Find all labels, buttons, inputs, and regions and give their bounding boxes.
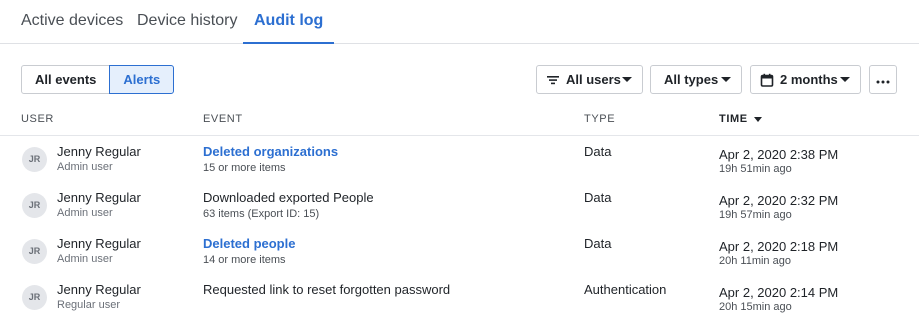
column-header-event: EVENT [203, 113, 243, 125]
table-row: JR Jenny Regular Admin user Deleted orga… [0, 136, 919, 182]
user-role: Admin user [57, 207, 113, 219]
tab-device-history[interactable]: Device history [137, 0, 237, 44]
event-type: Authentication [584, 282, 667, 297]
types-filter-label: All types [664, 72, 719, 87]
ellipsis-icon [876, 72, 890, 87]
avatar: JR [22, 285, 47, 310]
sort-descending-icon [753, 116, 762, 122]
event-detail: 63 items (Export ID: 15) [203, 208, 320, 220]
types-filter-dropdown[interactable]: All types [650, 65, 742, 94]
user-name: Jenny Regular [57, 282, 141, 297]
event-detail: 15 or more items [203, 162, 286, 174]
event-type: Data [584, 144, 612, 159]
event-time: Apr 2, 2020 2:14 PM [719, 285, 839, 300]
column-header-user: USER [21, 113, 54, 125]
event-view-toggle: All events Alerts [21, 65, 175, 94]
event-link[interactable]: Deleted organizations [203, 144, 338, 159]
avatar: JR [22, 147, 47, 172]
date-range-label: 2 months [780, 72, 838, 87]
user-role: Regular user [57, 299, 120, 311]
filter-lines-icon [546, 73, 560, 87]
tab-active-devices[interactable]: Active devices [21, 0, 123, 44]
column-header-time[interactable]: TIME [719, 113, 762, 125]
alerts-button[interactable]: Alerts [109, 65, 175, 94]
event-relative-time: 20h 15min ago [719, 301, 792, 313]
user-name: Jenny Regular [57, 144, 141, 159]
event-description: Requested link to reset forgotten passwo… [203, 282, 451, 297]
time-header-label: TIME [719, 113, 748, 125]
table-row: JR Jenny Regular Regular user Requested … [0, 274, 919, 320]
avatar: JR [22, 193, 47, 218]
more-options-button[interactable] [869, 65, 897, 94]
users-filter-label: All users [566, 72, 621, 87]
user-name: Jenny Regular [57, 190, 141, 205]
chevron-down-icon [721, 77, 731, 82]
event-relative-time: 19h 57min ago [719, 209, 792, 221]
event-link[interactable]: Deleted people [203, 236, 295, 251]
user-role: Admin user [57, 253, 113, 265]
chevron-down-icon [840, 77, 850, 82]
chevron-down-icon [622, 77, 632, 82]
table-row: JR Jenny Regular Admin user Downloaded e… [0, 182, 919, 228]
table-row: JR Jenny Regular Admin user Deleted peop… [0, 228, 919, 274]
event-detail: 14 or more items [203, 254, 286, 266]
all-events-button[interactable]: All events [21, 65, 111, 94]
tab-bar: Active devices Device history Audit log [0, 0, 919, 44]
event-relative-time: 19h 51min ago [719, 163, 792, 175]
tab-audit-log[interactable]: Audit log [243, 0, 335, 44]
column-header-type: TYPE [584, 113, 616, 125]
event-type: Data [584, 236, 612, 251]
user-name: Jenny Regular [57, 236, 141, 251]
event-time: Apr 2, 2020 2:38 PM [719, 147, 839, 162]
avatar: JR [22, 239, 47, 264]
users-filter-dropdown[interactable]: All users [536, 65, 643, 94]
calendar-icon [760, 73, 774, 87]
event-description: Downloaded exported People [203, 190, 374, 205]
event-relative-time: 20h 11min ago [719, 255, 791, 267]
date-range-dropdown[interactable]: 2 months [750, 65, 861, 94]
user-role: Admin user [57, 161, 113, 173]
event-time: Apr 2, 2020 2:18 PM [719, 239, 839, 254]
event-type: Data [584, 190, 612, 205]
event-time: Apr 2, 2020 2:32 PM [719, 193, 839, 208]
